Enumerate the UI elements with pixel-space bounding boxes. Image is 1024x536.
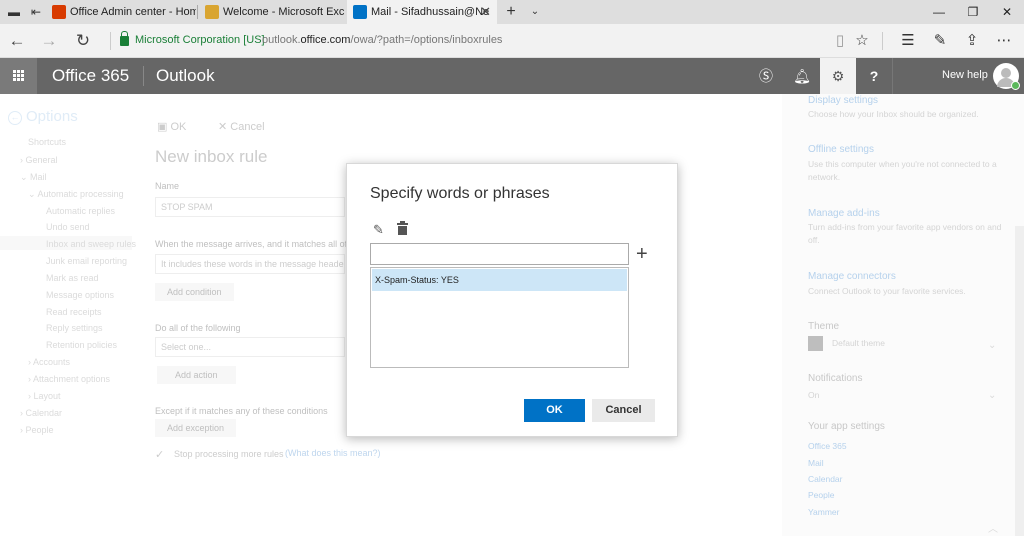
notifications-bell-icon[interactable]: 🔔︎ xyxy=(784,58,820,94)
tab-label: Office Admin center - Home xyxy=(70,6,196,18)
exchange-icon xyxy=(205,5,219,19)
tabs-aside-icon[interactable]: ▬ xyxy=(6,4,22,20)
app-name[interactable]: Outlook xyxy=(156,66,215,86)
header-divider xyxy=(143,66,144,86)
nav-divider xyxy=(110,32,111,50)
refresh-icon[interactable]: ↻ xyxy=(72,30,94,52)
browser-tab-strip: ▬ ⇤ Office Admin center - Home Welcome -… xyxy=(0,0,1024,24)
delete-trash-icon[interactable] xyxy=(397,221,408,235)
words-dialog: Specify words or phrases ✎ + X-Spam-Stat… xyxy=(346,163,678,437)
list-item[interactable]: X-Spam-Status: YES xyxy=(372,269,627,291)
close-tab-icon[interactable]: ✕ xyxy=(480,0,491,24)
phrase-input[interactable] xyxy=(370,243,629,265)
tab-label: Welcome - Microsoft Exchange xyxy=(223,6,345,18)
dialog-title: Specify words or phrases xyxy=(370,185,550,202)
new-tab-icon[interactable]: + xyxy=(503,4,519,20)
tab-preview-chevron-icon[interactable]: ⌄ xyxy=(527,4,543,20)
url-path: /owa/?path=/options/inboxrules xyxy=(350,34,503,46)
outlook-icon xyxy=(353,5,367,19)
close-window-icon[interactable]: ✕ xyxy=(990,0,1024,24)
add-phrase-plus-icon[interactable]: + xyxy=(636,244,648,264)
o365-header: Office 365 Outlook Ⓢ 🔔︎ ⚙ ? New help xyxy=(0,58,1024,94)
avatar[interactable] xyxy=(993,63,1020,90)
lock-icon[interactable] xyxy=(120,31,129,46)
url-field[interactable]: outlook.office.com/owa/?path=/options/in… xyxy=(262,34,502,46)
hub-icon[interactable]: ☰ xyxy=(898,31,918,51)
more-icon[interactable]: ⋯ xyxy=(994,31,1014,51)
tab-label: Mail - Sifadhussain@Ne xyxy=(371,6,490,18)
phrase-list[interactable]: X-Spam-Status: YES xyxy=(370,267,629,368)
cancel-button[interactable]: Cancel xyxy=(592,399,655,422)
favorite-star-icon[interactable]: ☆ xyxy=(852,31,872,51)
header-divider xyxy=(892,58,893,94)
o365-brand[interactable]: Office 365 xyxy=(52,66,129,86)
trash-can xyxy=(398,226,407,235)
url-domain: office.com xyxy=(300,34,351,46)
minimize-icon[interactable]: — xyxy=(922,0,956,24)
web-note-icon[interactable]: ✎ xyxy=(930,31,950,51)
browser-address-bar: ← → ↻ Microsoft Corporation [US] outlook… xyxy=(0,24,1024,58)
edit-pencil-icon[interactable]: ✎ xyxy=(373,222,384,238)
help-icon[interactable]: ? xyxy=(856,58,892,94)
share-icon[interactable]: ⇪ xyxy=(962,31,982,51)
trash-lid xyxy=(397,223,408,225)
avatar-head xyxy=(1001,68,1011,78)
site-identity[interactable]: Microsoft Corporation [US] xyxy=(135,34,265,46)
tab-office-admin[interactable]: Office Admin center - Home xyxy=(46,0,196,24)
reading-view-icon[interactable]: ▯ xyxy=(830,31,850,51)
restore-icon[interactable]: ❐ xyxy=(956,0,990,24)
toolbar-divider xyxy=(882,32,883,50)
office-icon xyxy=(52,5,66,19)
back-arrow-icon[interactable]: ← xyxy=(6,30,28,52)
tab-divider xyxy=(197,5,198,19)
set-tabs-aside-icon[interactable]: ⇤ xyxy=(28,4,44,20)
tab-mail[interactable]: Mail - Sifadhussain@Ne ✕ xyxy=(347,0,497,24)
settings-gear-icon[interactable]: ⚙ xyxy=(820,58,856,94)
skype-icon[interactable]: Ⓢ xyxy=(748,58,784,94)
url-prefix: outlook. xyxy=(262,34,301,46)
tab-exchange[interactable]: Welcome - Microsoft Exchange xyxy=(199,0,345,24)
ok-button[interactable]: OK xyxy=(524,399,585,422)
forward-arrow-icon[interactable]: → xyxy=(38,30,60,52)
app-launcher-icon[interactable] xyxy=(0,58,37,94)
user-name[interactable]: New help xyxy=(942,69,988,81)
presence-status-icon xyxy=(1011,81,1020,90)
